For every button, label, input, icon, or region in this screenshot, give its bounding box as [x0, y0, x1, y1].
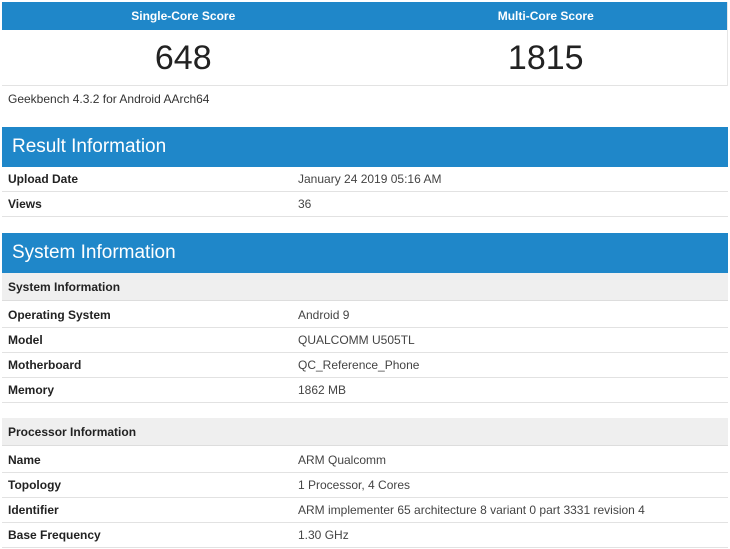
- table-row: Base Frequency 1.30 GHz: [2, 523, 728, 548]
- score-header: Single-Core Score Multi-Core Score: [2, 2, 727, 30]
- row-value: 1.30 GHz: [298, 528, 349, 542]
- row-value: ARM Qualcomm: [298, 453, 387, 467]
- row-value: Android 9: [298, 308, 350, 322]
- score-values: 648 1815: [2, 30, 727, 86]
- processor-information-subheader: Processor Information: [2, 418, 728, 446]
- row-key: Motherboard: [8, 358, 82, 372]
- version-text: Geekbench 4.3.2 for Android AArch64: [8, 92, 210, 106]
- table-row: Topology 1 Processor, 4 Cores: [2, 473, 728, 498]
- single-core-label: Single-Core Score: [131, 9, 236, 23]
- table-row: Operating System Android 9: [2, 303, 728, 328]
- row-value: 1 Processor, 4 Cores: [298, 478, 411, 492]
- geekbench-result-page: Single-Core Score Multi-Core Score 648 1…: [0, 0, 730, 549]
- row-value: January 24 2019 05:16 AM: [298, 172, 442, 186]
- system-information-subheader: System Information: [2, 273, 728, 301]
- row-value: QC_Reference_Phone: [298, 358, 420, 372]
- result-information-header: Result Information: [2, 127, 728, 167]
- row-key: Base Frequency: [8, 528, 101, 542]
- single-core-score: 648: [154, 39, 212, 77]
- row-value: QUALCOMM U505TL: [298, 333, 415, 347]
- table-row: Motherboard QC_Reference_Phone: [2, 353, 728, 378]
- row-key: Model: [8, 333, 43, 347]
- table-row: Upload Date January 24 2019 05:16 AM: [2, 167, 728, 192]
- table-row: Name ARM Qualcomm: [2, 448, 728, 473]
- table-row: Views 36: [2, 192, 728, 217]
- row-key: Topology: [8, 478, 62, 492]
- row-key: Views: [8, 197, 42, 211]
- multi-core-score: 1815: [507, 39, 584, 77]
- table-row: Model QUALCOMM U505TL: [2, 328, 728, 353]
- row-key: Memory: [8, 383, 55, 397]
- row-key: Operating System: [8, 308, 111, 322]
- row-value: 1862 MB: [298, 383, 347, 397]
- row-key: Name: [8, 453, 41, 467]
- system-information-header: System Information: [2, 233, 728, 273]
- table-row: Memory 1862 MB: [2, 378, 728, 403]
- table-row: Identifier ARM implementer 65 architectu…: [2, 498, 728, 523]
- row-key: Upload Date: [8, 172, 79, 186]
- row-value: ARM implementer 65 architecture 8 varian…: [298, 503, 645, 517]
- multi-core-label: Multi-Core Score: [497, 9, 594, 23]
- score-card: Single-Core Score Multi-Core Score 648 1…: [2, 2, 728, 86]
- row-key: Identifier: [8, 503, 59, 517]
- row-value: 36: [298, 197, 312, 211]
